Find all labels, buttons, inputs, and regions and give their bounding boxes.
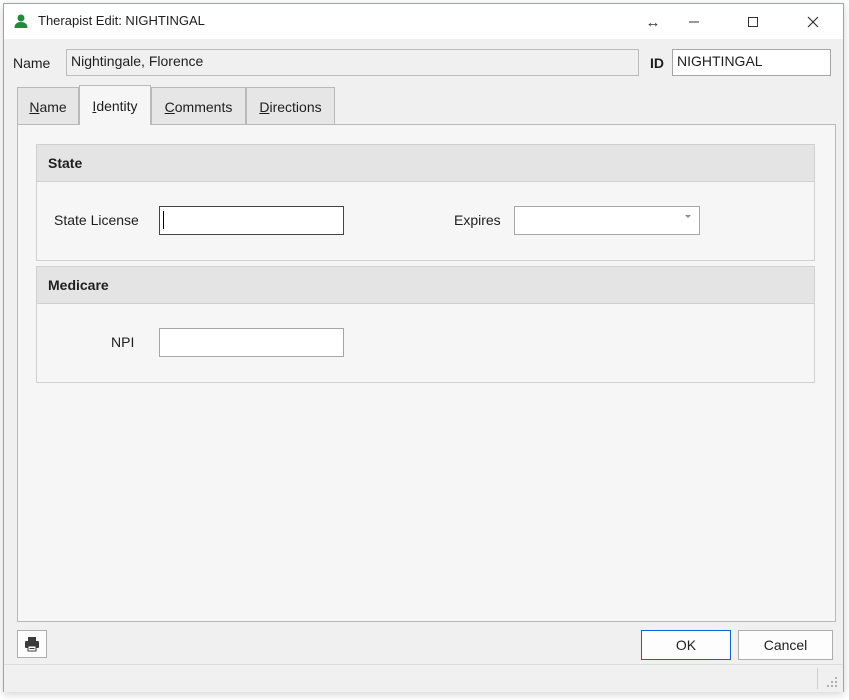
status-bar xyxy=(4,664,843,692)
state-license-field[interactable] xyxy=(159,206,344,235)
name-label: Name xyxy=(13,55,51,71)
tab-directions-label: irections xyxy=(269,98,322,115)
close-button[interactable] xyxy=(791,8,835,36)
ok-button[interactable]: OK xyxy=(641,630,731,660)
tab-name[interactable]: Name xyxy=(17,87,79,125)
cancel-button[interactable]: Cancel xyxy=(738,630,833,660)
window-title: Therapist Edit: NIGHTINGAL xyxy=(38,13,205,28)
print-button[interactable] xyxy=(17,630,47,658)
tab-name-accel: N xyxy=(29,98,40,115)
maximize-button[interactable] xyxy=(731,8,775,36)
printer-icon xyxy=(25,637,39,652)
expires-date-picker[interactable] xyxy=(514,206,700,235)
minimize-button[interactable] xyxy=(672,8,716,36)
minimize-icon xyxy=(689,21,699,23)
name-field[interactable]: Nightingale, Florence xyxy=(66,49,639,76)
tab-comments-label: omments xyxy=(174,98,233,115)
npi-label: NPI xyxy=(111,334,135,350)
person-icon xyxy=(14,14,28,28)
expires-label: Expires xyxy=(454,212,501,228)
identity-tab-panel: State State License Expires Medicare NPI xyxy=(17,124,836,622)
therapist-edit-window: Therapist Edit: NIGHTINGAL ↔ Name Nighti… xyxy=(3,3,844,692)
tab-comments[interactable]: Comments xyxy=(151,87,246,125)
state-license-label: State License xyxy=(54,212,139,228)
tab-comments-accel: C xyxy=(164,98,175,115)
id-field[interactable]: NIGHTINGAL xyxy=(672,49,831,76)
tab-directions[interactable]: Directions xyxy=(246,87,335,125)
text-cursor xyxy=(163,211,164,229)
state-group-title: State xyxy=(37,145,814,182)
state-group: State State License Expires xyxy=(36,144,815,261)
tab-identity[interactable]: Identity xyxy=(79,85,151,125)
id-label: ID xyxy=(650,55,664,71)
dropdown-arrow-icon[interactable] xyxy=(685,215,691,218)
maximize-icon xyxy=(748,17,758,27)
npi-field[interactable] xyxy=(159,328,344,357)
title-bar: Therapist Edit: NIGHTINGAL ↔ xyxy=(4,4,843,39)
tab-directions-accel: D xyxy=(259,98,270,115)
medicare-group-title: Medicare xyxy=(37,267,814,304)
status-separator xyxy=(817,668,818,689)
medicare-group: Medicare NPI xyxy=(36,266,815,383)
tab-identity-label: dentity xyxy=(96,97,138,114)
close-icon xyxy=(807,16,819,28)
tab-name-label: ame xyxy=(39,98,67,115)
resize-arrows-icon[interactable]: ↔ xyxy=(639,8,667,36)
resize-grip-icon[interactable] xyxy=(826,676,838,688)
